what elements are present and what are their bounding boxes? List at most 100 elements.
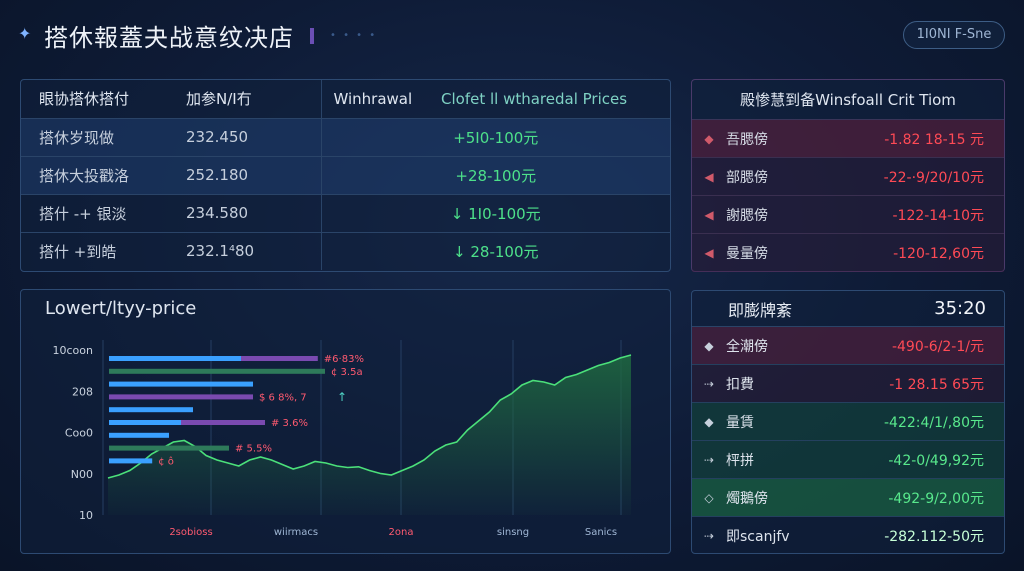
- title-dots-icon: • • • •: [330, 30, 378, 41]
- list-item[interactable]: ◇ 燭鵝傍 -492-9/2,00元: [692, 479, 1004, 517]
- x-tick-label: Sanics: [585, 527, 617, 538]
- area-fill: [108, 355, 631, 515]
- chart-panel: Lowert/ltyy-price 10coon 208 Coo0 N00 10 2sob…: [20, 289, 671, 554]
- column-header-withdrawal[interactable]: Winhrawal: [321, 80, 431, 119]
- bar: [109, 432, 169, 438]
- arrow-icon: ⇢: [703, 529, 715, 543]
- diamond-outline-icon: ◇: [704, 490, 714, 505]
- bar-label: # 5.5%: [235, 444, 272, 455]
- arrow-icon: ⇢: [703, 376, 715, 391]
- bar-label: $ 6 8%, 7: [259, 392, 307, 403]
- caret-left-icon: ◀: [704, 169, 714, 184]
- price-chart: 10coon 208 Coo0 N00 10 2sobioss wiirmacs 2ona si…: [53, 340, 632, 538]
- list-item[interactable]: ◀ 部腮傍 -22-·9/20/10元: [692, 158, 1004, 196]
- list-item-value: -120-12,60元: [893, 246, 984, 262]
- bar: [109, 368, 325, 374]
- live-panel: 即膨牌紊 35:20 ◆ 全潮傍 -490-6/2-1/元 ⇢ 扣費 -1 28…: [691, 290, 1005, 554]
- x-tick-label: 2sobioss: [169, 527, 212, 538]
- row-value: 234.580: [166, 194, 322, 233]
- bar: [181, 420, 265, 425]
- bar: [109, 458, 153, 464]
- prices-panel: 眼协搭休搭付 加参N/I冇 Winhrawal Clofet ll wthare…: [20, 79, 671, 272]
- diamond-icon: ◆: [704, 131, 714, 146]
- column-header-name[interactable]: 眼协搭休搭付: [21, 80, 166, 119]
- row-price: ↓ 28-100元: [453, 242, 539, 261]
- column-header-prices[interactable]: Clofet ll wtharedal Prices: [431, 80, 670, 119]
- page-title: 搭休報蓋夬战意纹决店: [44, 24, 294, 52]
- bar: [109, 381, 253, 387]
- y-tick-label: 10coon: [53, 344, 94, 357]
- list-item-value: -490-6/2-1/元: [891, 338, 984, 355]
- mode-toggle-button[interactable]: 1I0NI F-Sne: [903, 21, 1005, 49]
- bar: [109, 420, 181, 425]
- row-value: 252.180: [166, 156, 322, 195]
- prices-table: 眼协搭休搭付 加参N/I冇 Winhrawal Clofet ll wthare…: [21, 80, 670, 270]
- diamond-icon: ◆: [704, 338, 714, 353]
- list-item[interactable]: ◆ 吾腮傍 -1.82 18-15 元: [692, 120, 1004, 158]
- list-item-value: -1 28.15 65元: [889, 376, 984, 393]
- x-tick-label: 2ona: [389, 527, 414, 538]
- list-item[interactable]: ⇢ 枰拼 -42-0/49,92元: [692, 441, 1004, 479]
- list-item-label: 扣費: [726, 376, 754, 393]
- logo-star-icon: ✦: [18, 24, 32, 43]
- list-item-label: 全潮傍: [726, 338, 768, 355]
- caret-left-icon: ◀: [704, 207, 714, 222]
- withdrawal-panel-title: 殿惨慧到备Winsfoall Crit Tiom: [692, 80, 1004, 120]
- row-value: 232.1⁴80: [166, 232, 322, 270]
- diamond-icon: ◆: [704, 414, 714, 429]
- list-item[interactable]: ⇢ 扣費 -1 28.15 65元: [692, 365, 1004, 403]
- table-row[interactable]: 搭什 +到皓 232.1⁴80 ↓ 28-100元: [21, 232, 670, 270]
- row-name: 搭什 -+ 银淡: [21, 194, 166, 233]
- list-item-label: 枰拼: [726, 452, 754, 469]
- list-item[interactable]: ◆ 量賃 -422:4/1/,80元: [692, 403, 1004, 441]
- bar-label: ¢ ô: [158, 455, 174, 467]
- y-tick-label: N00: [71, 468, 93, 481]
- list-item-value: -422:4/1/,80元: [883, 414, 984, 431]
- row-name: 搭休岁现做: [21, 118, 166, 157]
- list-item[interactable]: ◆ 全潮傍 -490-6/2-1/元: [692, 327, 1004, 365]
- list-item-value: -282.112-50元: [884, 529, 984, 545]
- x-tick-label: sinsng: [497, 527, 529, 538]
- list-item-label: 曼量傍: [726, 246, 768, 262]
- table-row[interactable]: 搭休岁现做 232.450 +5I0-100元: [21, 118, 670, 157]
- y-tick-label: 10: [79, 509, 93, 522]
- list-item-value: -492-9/2,00元: [888, 490, 984, 507]
- bar: [241, 356, 318, 361]
- list-item-value: -22-·9/20/10元: [883, 169, 984, 186]
- live-panel-time: 35:20: [934, 298, 986, 319]
- list-item[interactable]: ◀ 曼量傍 -120-12,60元: [692, 234, 1004, 272]
- bar: [109, 445, 229, 451]
- row-name: 搭休大投戳洛: [21, 156, 166, 195]
- caret-left-icon: ◀: [704, 246, 714, 260]
- prices-table-header: 眼协搭休搭付 加参N/I冇 Winhrawal Clofet ll wthare…: [21, 80, 670, 119]
- table-row[interactable]: 搭什 -+ 银淡 234.580 ↓ 1I0-100元: [21, 194, 670, 233]
- list-item-label: 吾腮傍: [726, 131, 768, 148]
- withdrawal-panel: 殿惨慧到备Winsfoall Crit Tiom ◆ 吾腮傍 -1.82 18-…: [691, 79, 1005, 272]
- bar: [109, 356, 241, 361]
- x-tick-label: wiirmacs: [274, 527, 318, 538]
- row-name: 搭什 +到皓: [39, 242, 117, 261]
- row-price: +5I0-100元: [321, 118, 670, 157]
- list-item[interactable]: ◀ 謝腮傍 -122-14-10元: [692, 196, 1004, 234]
- list-item-label: 量賃: [726, 414, 754, 431]
- list-item-value: -1.82 18-15 元: [884, 131, 984, 148]
- title-accent-bar: [310, 28, 314, 44]
- bar-label: ¢ 3.5a: [331, 367, 363, 378]
- y-tick-label: 208: [72, 385, 93, 398]
- row-value: 232.450: [166, 118, 322, 157]
- table-row[interactable]: 搭休大投戳洛 252.180 +28-100元: [21, 156, 670, 195]
- arrow-icon: ⇢: [703, 452, 715, 467]
- bar-label: #6·83%: [324, 354, 364, 365]
- bar: [109, 407, 193, 413]
- row-price: +28-100元: [321, 156, 670, 195]
- list-item-value: -42-0/49,92元: [888, 452, 984, 469]
- list-item-label: 即scanjfv: [726, 529, 790, 545]
- list-item-label: 謝腮傍: [726, 207, 768, 224]
- list-item[interactable]: ⇢ 即scanjfv -282.112-50元: [692, 517, 1004, 555]
- list-item-label: 燭鵝傍: [726, 490, 768, 507]
- up-arrow-icon: ↑: [337, 390, 347, 404]
- live-panel-header: 即膨牌紊 35:20: [692, 291, 1004, 327]
- list-item-label: 部腮傍: [726, 169, 768, 186]
- column-header-value[interactable]: 加参N/I冇: [166, 80, 322, 119]
- y-tick-label: Coo0: [65, 427, 93, 440]
